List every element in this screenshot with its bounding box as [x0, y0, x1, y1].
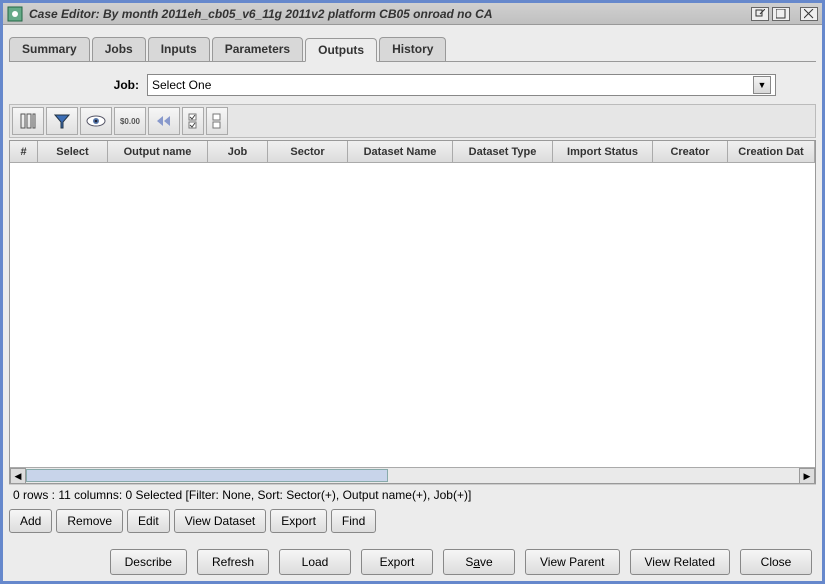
horizontal-scrollbar[interactable]: ◀ ▶	[10, 467, 815, 483]
tab-jobs[interactable]: Jobs	[92, 37, 146, 61]
col-import-status[interactable]: Import Status	[553, 141, 653, 162]
col-job[interactable]: Job	[208, 141, 268, 162]
unchecks-icon[interactable]	[206, 107, 228, 135]
tab-outputs[interactable]: Outputs	[305, 38, 377, 62]
close-button[interactable]: Close	[740, 549, 812, 575]
table-body	[10, 163, 815, 467]
case-editor-window: Case Editor: By month 2011eh_cb05_v6_11g…	[0, 0, 825, 584]
col-creation-date[interactable]: Creation Dat	[728, 141, 815, 162]
rewind-icon[interactable]	[148, 107, 180, 135]
export-bottom-button[interactable]: Export	[361, 549, 433, 575]
load-button[interactable]: Load	[279, 549, 351, 575]
status-bar: 0 rows : 11 columns: 0 Selected [Filter:…	[9, 484, 816, 505]
find-button[interactable]: Find	[331, 509, 376, 533]
view-parent-button[interactable]: View Parent	[525, 549, 619, 575]
col-sector[interactable]: Sector	[268, 141, 348, 162]
scroll-left-icon[interactable]: ◀	[10, 468, 26, 484]
titlebar: Case Editor: By month 2011eh_cb05_v6_11g…	[3, 3, 822, 25]
col-index[interactable]: #	[10, 141, 38, 162]
tab-history[interactable]: History	[379, 37, 446, 61]
row-buttons: Add Remove Edit View Dataset Export Find	[9, 505, 816, 537]
table-header: # Select Output name Job Sector Dataset …	[10, 141, 815, 163]
view-related-button[interactable]: View Related	[630, 549, 731, 575]
scroll-thumb[interactable]	[26, 469, 388, 482]
detach-button[interactable]	[751, 7, 769, 21]
outputs-table: # Select Output name Job Sector Dataset …	[9, 140, 816, 484]
format-icon[interactable]: $0.00	[114, 107, 146, 135]
close-window-button[interactable]	[800, 7, 818, 21]
export-row-button[interactable]: Export	[270, 509, 327, 533]
job-select-value: Select One	[152, 78, 753, 92]
refresh-button[interactable]: Refresh	[197, 549, 269, 575]
save-button[interactable]: Save	[443, 549, 515, 575]
outputs-toolbar: $0.00	[9, 104, 816, 138]
describe-button[interactable]: Describe	[110, 549, 187, 575]
tabstrip: Summary Jobs Inputs Parameters Outputs H…	[9, 37, 816, 62]
col-creator[interactable]: Creator	[653, 141, 728, 162]
maximize-button[interactable]	[772, 7, 790, 21]
col-output-name[interactable]: Output name	[108, 141, 208, 162]
view-dataset-button[interactable]: View Dataset	[174, 509, 266, 533]
job-label: Job:	[49, 78, 139, 92]
add-button[interactable]: Add	[9, 509, 52, 533]
col-dataset-name[interactable]: Dataset Name	[348, 141, 453, 162]
bottom-buttons: Describe Refresh Load Export Save View P…	[3, 543, 822, 581]
remove-button[interactable]: Remove	[56, 509, 123, 533]
chevron-down-icon: ▼	[753, 76, 771, 94]
job-row: Job: Select One ▼	[9, 62, 816, 104]
tab-summary[interactable]: Summary	[9, 37, 90, 61]
app-icon	[7, 6, 23, 22]
content-area: Summary Jobs Inputs Parameters Outputs H…	[3, 25, 822, 543]
scroll-right-icon[interactable]: ▶	[799, 468, 815, 484]
edit-button[interactable]: Edit	[127, 509, 170, 533]
window-title: Case Editor: By month 2011eh_cb05_v6_11g…	[29, 7, 493, 21]
filter-icon[interactable]	[46, 107, 78, 135]
eye-icon[interactable]	[80, 107, 112, 135]
tab-inputs[interactable]: Inputs	[148, 37, 210, 61]
checks-icon[interactable]	[182, 107, 204, 135]
col-dataset-type[interactable]: Dataset Type	[453, 141, 553, 162]
col-select[interactable]: Select	[38, 141, 108, 162]
job-select[interactable]: Select One ▼	[147, 74, 776, 96]
tab-parameters[interactable]: Parameters	[212, 37, 303, 61]
columns-icon[interactable]	[12, 107, 44, 135]
